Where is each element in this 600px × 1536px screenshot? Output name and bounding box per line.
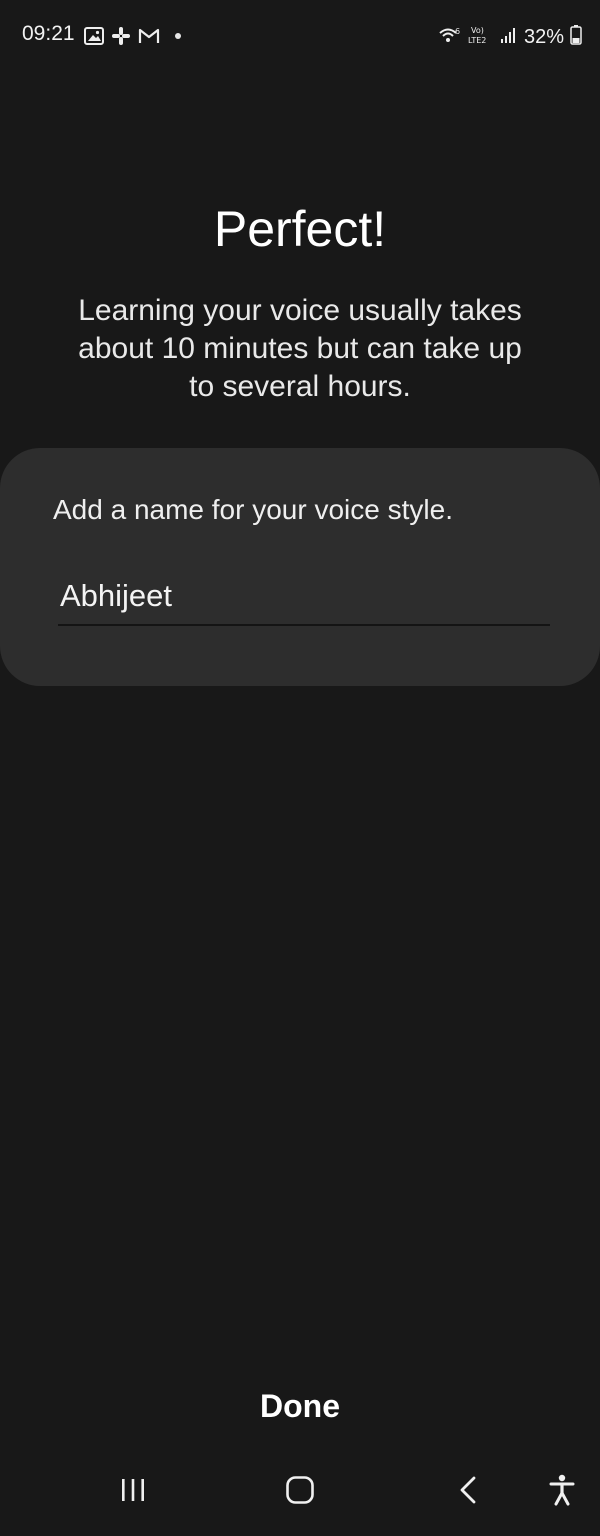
battery-icon <box>570 25 582 49</box>
signal-icon <box>500 25 518 49</box>
done-button[interactable]: Done <box>200 1376 400 1436</box>
home-icon <box>286 1476 314 1504</box>
battery-percent: 32% <box>523 25 564 48</box>
voice-name-input[interactable] <box>58 568 550 626</box>
voice-name-card: Add a name for your voice style. <box>0 448 600 686</box>
gmail-icon <box>138 26 160 46</box>
status-icons-right: 6 Vo) LTE2 32% <box>438 24 582 50</box>
status-time: 09:21 <box>22 22 75 45</box>
back-icon <box>460 1476 476 1504</box>
home-button[interactable] <box>272 1462 328 1518</box>
accessibility-icon <box>549 1474 575 1506</box>
notification-dot <box>175 33 181 39</box>
svg-text:Vo): Vo) <box>471 26 484 35</box>
status-bar: 09:21 6 Vo) LTE2 32% <box>0 0 600 72</box>
recents-icon <box>122 1479 144 1501</box>
wifi-6-icon: 6 <box>438 25 462 49</box>
navigation-bar <box>0 1452 600 1536</box>
recents-button[interactable] <box>105 1462 161 1518</box>
volte-lte2-icon: Vo) LTE2 <box>468 24 494 50</box>
status-icons-left <box>84 26 181 46</box>
svg-text:LTE2: LTE2 <box>468 36 486 45</box>
page-title: Perfect! <box>213 201 387 257</box>
description-text: Learning your voice usually takes about … <box>78 294 522 403</box>
slack-icon <box>111 26 131 46</box>
screen: 09:21 6 Vo) LTE2 32% Perfect! Learning y… <box>0 0 600 1536</box>
svg-text:6: 6 <box>455 27 460 36</box>
back-button[interactable] <box>440 1462 496 1518</box>
gallery-icon <box>84 26 104 46</box>
accessibility-button[interactable] <box>534 1462 590 1518</box>
voice-name-prompt: Add a name for your voice style. <box>53 494 453 525</box>
